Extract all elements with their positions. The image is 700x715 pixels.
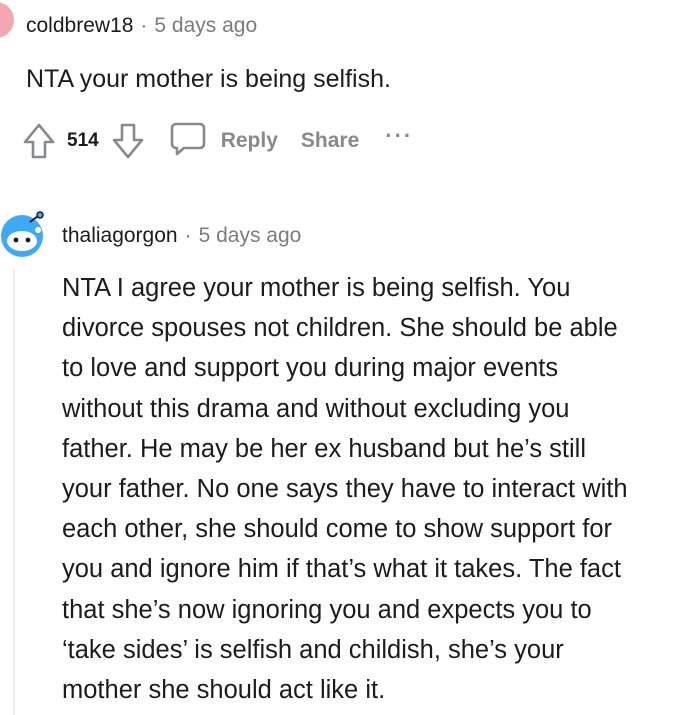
speech-bubble-icon: [169, 121, 207, 162]
avatar-coldbrew18[interactable]: [0, 2, 14, 38]
comment-text-line: mother she should act like it.: [62, 676, 386, 705]
comment-meta: thaliagorgon · 5 days ago: [62, 224, 301, 248]
more-options-button[interactable]: ···: [385, 125, 413, 157]
username[interactable]: coldbrew18: [26, 14, 133, 37]
comment-text: NTA your mother is being selfish.: [26, 65, 391, 93]
share-button[interactable]: Share: [301, 129, 359, 153]
thread-line[interactable]: [13, 268, 15, 715]
comment-text-line: NTA I agree your mother is being selfish…: [62, 274, 571, 302]
comment-text-line: you and ignore him if that’s what it tak…: [62, 555, 621, 584]
comment-text-line: divorce spouses not children. She should…: [62, 314, 618, 343]
reply-button[interactable]: Reply: [169, 121, 278, 162]
comment-text-line: each other, she should come to show supp…: [62, 515, 612, 544]
timestamp[interactable]: 5 days ago: [199, 224, 302, 247]
meta-separator: ·: [140, 14, 148, 37]
comment-meta: coldbrew18 · 5 days ago: [26, 14, 257, 38]
comment-actions: 514 Reply Share ···: [22, 118, 413, 164]
comment-text: NTA I agree your mother is being selfish…: [62, 268, 696, 710]
meta-separator: ·: [184, 224, 192, 247]
downvote-arrow-icon[interactable]: [111, 122, 145, 160]
reply-label: Reply: [220, 129, 278, 152]
snoo-avatar-icon[interactable]: [0, 208, 52, 260]
comment-text-line: that she’s now ignoring you and expects …: [62, 595, 592, 624]
comment-text-line: father. He may be her ex husband but he’…: [62, 434, 587, 463]
comment-text-line: ‘take sides’ is selfish and childish, sh…: [62, 635, 564, 664]
timestamp[interactable]: 5 days ago: [154, 14, 257, 37]
comment-text-line: your father. No one says they have to in…: [62, 475, 628, 504]
comment-text-line: to love and support you during major eve…: [62, 354, 559, 383]
vote-score: 514: [67, 130, 99, 151]
username[interactable]: thaliagorgon: [62, 224, 178, 247]
upvote-arrow-icon[interactable]: [22, 122, 56, 160]
comment-text-line: without this drama and without excluding…: [62, 394, 570, 423]
